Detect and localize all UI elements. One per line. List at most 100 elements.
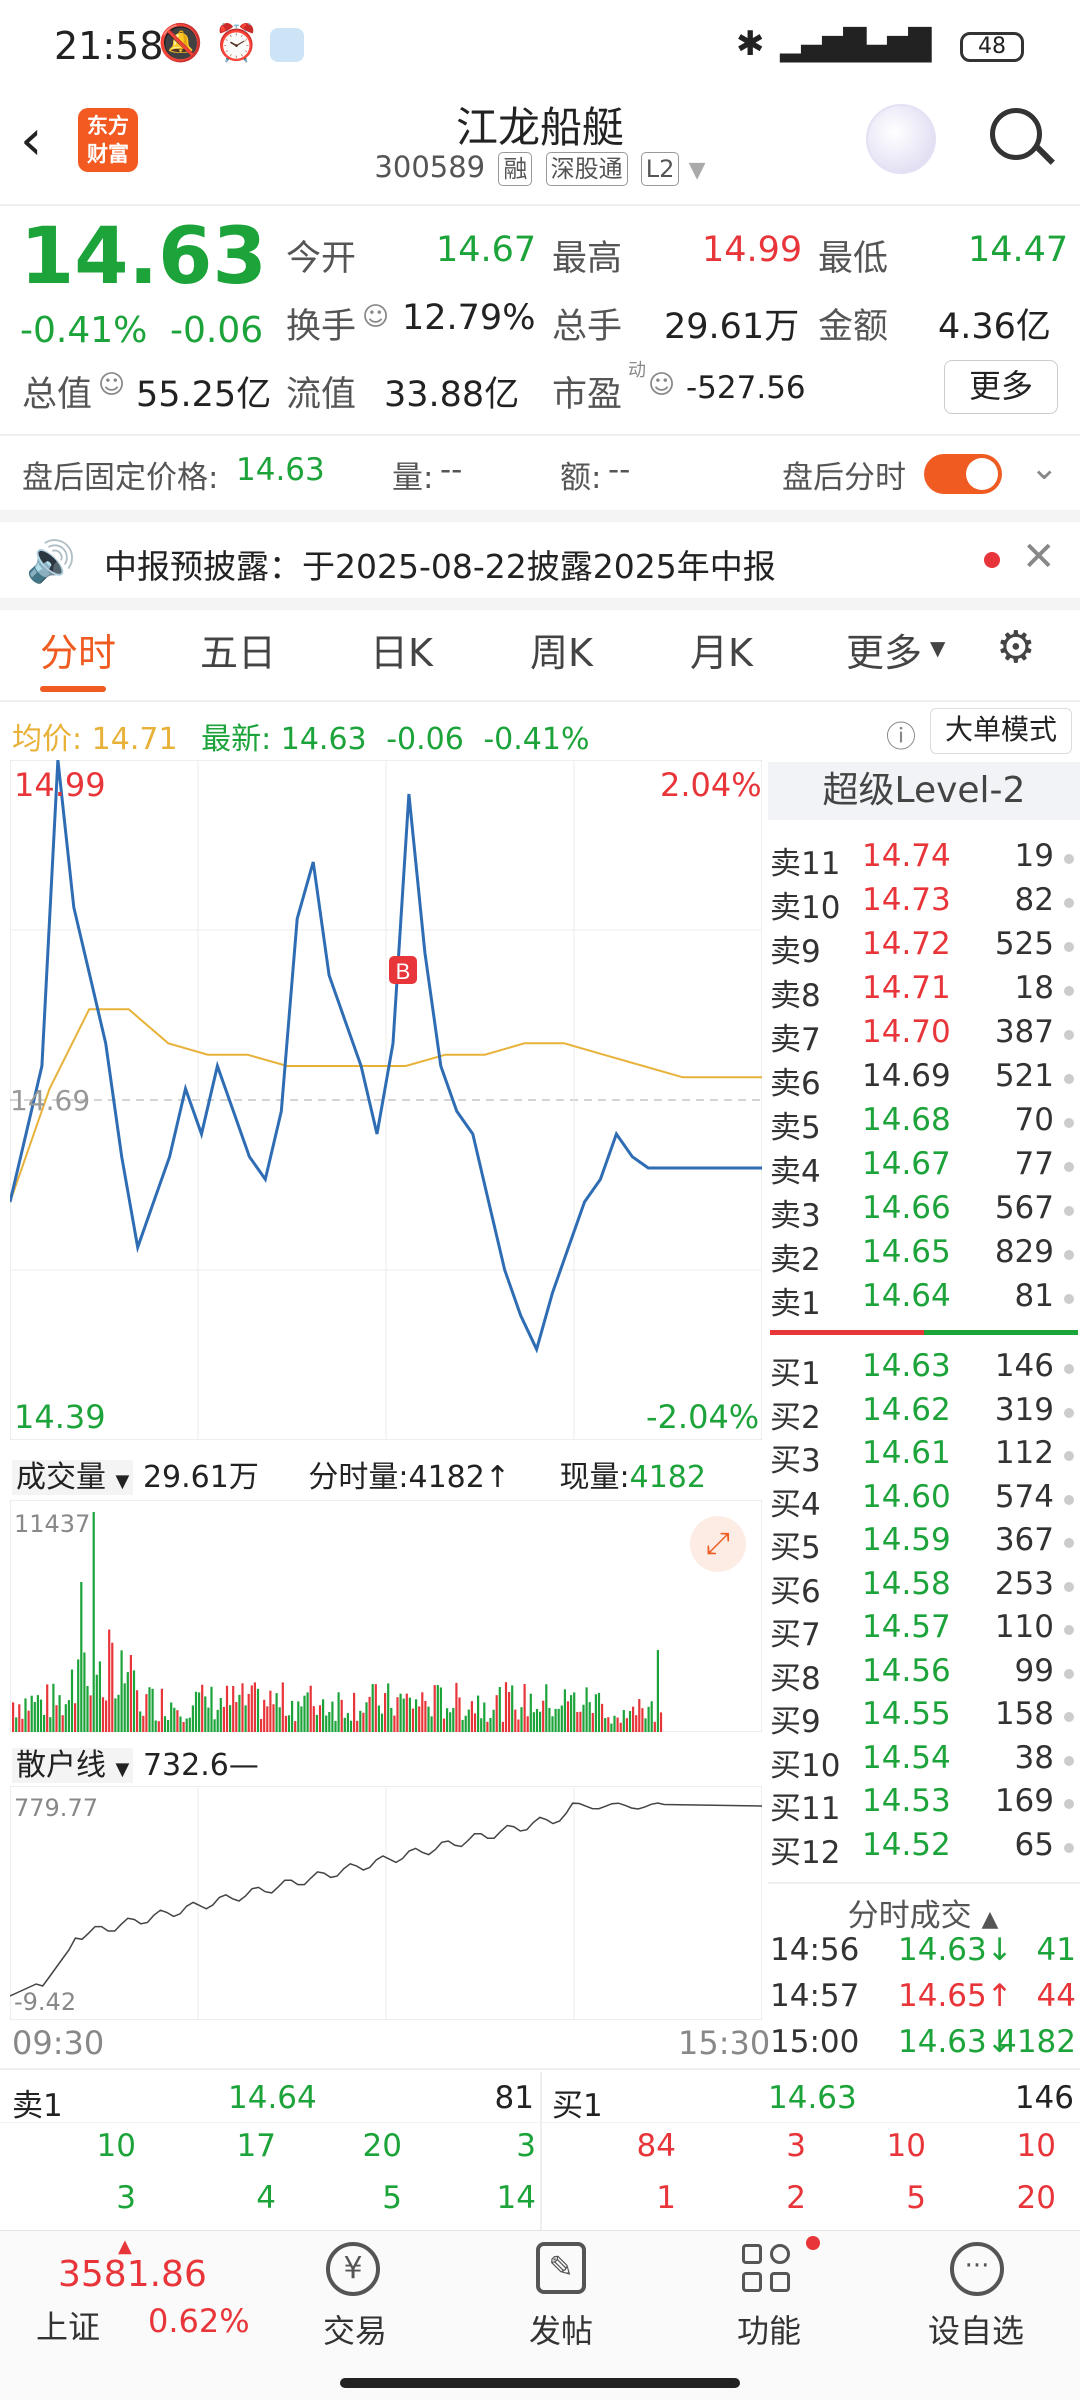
queue-cell: 14 xyxy=(496,2180,536,2216)
sell-row[interactable]: 卖9 14.72 525 xyxy=(770,926,1076,970)
volume-selector[interactable]: 成交量 ▼ xyxy=(12,1460,134,1495)
volume-bar xyxy=(18,1704,21,1732)
sell-row[interactable]: 卖5 14.68 70 xyxy=(770,1102,1076,1146)
sell-row[interactable]: 卖8 14.71 18 xyxy=(770,970,1076,1014)
buy-row[interactable]: 买8 14.56 99 xyxy=(770,1653,1076,1697)
nav-trade[interactable]: 交易 xyxy=(300,2306,410,2352)
volume-bar xyxy=(607,1717,610,1732)
buy-price: 14.60 xyxy=(862,1478,951,1515)
volume-bar xyxy=(123,1683,126,1732)
volume-bar xyxy=(170,1702,173,1732)
after-hours-toggle[interactable] xyxy=(924,454,1002,494)
buy-row[interactable]: 买7 14.57 110 xyxy=(770,1609,1076,1653)
sell-row[interactable]: 卖7 14.70 387 xyxy=(770,1014,1076,1058)
index-pct[interactable]: 0.62% xyxy=(148,2302,250,2340)
nav-functions[interactable]: 功能 xyxy=(714,2306,824,2352)
buy-row[interactable]: 买12 14.52 65 xyxy=(770,1827,1076,1871)
sell-row[interactable]: 卖1 14.64 81 xyxy=(770,1278,1076,1322)
buy-label: 买6 xyxy=(770,1573,821,1610)
index-name[interactable]: 上证 xyxy=(36,2302,100,2348)
watchlist-icon[interactable]: ··· xyxy=(950,2242,1004,2296)
nav-post[interactable]: 发帖 xyxy=(506,2306,616,2352)
buy-row[interactable]: 买11 14.53 169 xyxy=(770,1783,1076,1827)
expand-icon[interactable]: ⤢ xyxy=(690,1516,746,1572)
post-icon[interactable]: ✎ xyxy=(536,2242,586,2294)
chart-bottom-pct: -2.04% xyxy=(646,1398,760,1436)
volume-bar xyxy=(70,1669,74,1732)
retail-selector[interactable]: 散户线 ▼ xyxy=(12,1748,134,1783)
volume-bar xyxy=(551,1716,554,1732)
buy-dot xyxy=(1064,1712,1074,1722)
volume-bar xyxy=(458,1697,461,1732)
expand-chevron-icon[interactable]: ⌄ xyxy=(1030,448,1059,488)
volume-bar xyxy=(309,1685,312,1732)
trade-icon[interactable]: ¥ xyxy=(326,2242,380,2296)
tab-intraday[interactable]: 分时 xyxy=(40,622,116,677)
last-price: 14.63 xyxy=(20,212,267,302)
volume-bar xyxy=(151,1688,154,1732)
buy-row[interactable]: 买9 14.55 158 xyxy=(770,1696,1076,1740)
after-hours-toggle-label: 盘后分时 xyxy=(782,460,906,496)
tab-5day[interactable]: 五日 xyxy=(200,622,276,677)
volume-bar xyxy=(24,1698,27,1732)
buy-row[interactable]: 买1 14.63 146 xyxy=(770,1348,1076,1392)
tab-monthly[interactable]: 月K xyxy=(690,622,753,677)
chart-top-pct: 2.04% xyxy=(660,766,762,804)
turnover-info-icon[interactable]: ☺ xyxy=(362,302,389,332)
volume-bar xyxy=(340,1699,343,1732)
buy-dot xyxy=(1064,1581,1074,1592)
volume-bar xyxy=(483,1702,486,1732)
ticks-title[interactable]: 分时成交 ▲ xyxy=(770,1890,1076,1935)
sell-row[interactable]: 卖10 14.73 82 xyxy=(770,882,1076,926)
header-divider xyxy=(0,204,1080,206)
sell-label: 卖8 xyxy=(770,978,821,1014)
notice-text[interactable]: 中报预披露：于2025-08-22披露2025年中报 xyxy=(104,540,776,588)
tick-row: 15:00 14.63↓ 4182 xyxy=(770,2024,1076,2068)
sell-price: 14.74 xyxy=(862,838,951,874)
buy-row[interactable]: 买5 14.59 367 xyxy=(770,1522,1076,1566)
volume-bar xyxy=(362,1712,365,1732)
search-icon[interactable] xyxy=(990,108,1042,160)
info-icon[interactable]: ☺ xyxy=(98,370,125,400)
queue-vsep xyxy=(540,2072,542,2232)
sell-row[interactable]: 卖6 14.69 521 xyxy=(770,1058,1076,1102)
sell-row[interactable]: 卖4 14.67 77 xyxy=(770,1146,1076,1190)
volume-bar xyxy=(105,1700,108,1732)
buy-row[interactable]: 买2 14.62 319 xyxy=(770,1392,1076,1436)
sell-row[interactable]: 卖3 14.66 567 xyxy=(770,1190,1076,1234)
volume-bar xyxy=(36,1695,39,1732)
functions-icon[interactable] xyxy=(742,2244,792,2294)
index-value[interactable]: 3581.86 xyxy=(58,2254,207,2295)
tick-time: 15:00 xyxy=(770,2024,860,2060)
more-button[interactable]: 更多 xyxy=(944,360,1058,414)
home-indicator[interactable] xyxy=(340,2378,740,2388)
nav-watchlist[interactable]: 设自选 xyxy=(916,2306,1036,2352)
big-order-mode-button[interactable]: 大单模式 xyxy=(930,708,1072,754)
assistant-avatar[interactable] xyxy=(866,104,936,174)
volume-bar xyxy=(396,1697,399,1732)
settings-gear-icon[interactable]: ⚙ xyxy=(996,622,1035,673)
sell-row[interactable]: 卖11 14.74 19 xyxy=(770,838,1076,882)
sell-dot xyxy=(1064,1250,1074,1260)
buy-row[interactable]: 买3 14.61 112 xyxy=(770,1435,1076,1479)
close-icon[interactable]: ✕ xyxy=(1022,534,1056,580)
queue-cell: 84 xyxy=(636,2128,676,2164)
volume-bar xyxy=(356,1720,359,1732)
buy-row[interactable]: 买4 14.60 574 xyxy=(770,1479,1076,1523)
sell-vol: 567 xyxy=(994,1190,1054,1226)
tab-daily[interactable]: 日K xyxy=(370,622,433,677)
sell-price: 14.68 xyxy=(862,1102,951,1138)
volume-bar xyxy=(542,1700,545,1732)
tab-weekly[interactable]: 周K xyxy=(530,622,593,677)
sell-row[interactable]: 卖2 14.65 829 xyxy=(770,1234,1076,1278)
buy-row[interactable]: 买6 14.58 253 xyxy=(770,1566,1076,1610)
volume-bar xyxy=(442,1718,446,1732)
help-icon[interactable]: ⓘ xyxy=(886,712,916,756)
pe-info-icon[interactable]: ☺ xyxy=(648,370,675,400)
buy-row[interactable]: 买10 14.54 38 xyxy=(770,1740,1076,1784)
intraday-chart[interactable]: B xyxy=(10,760,762,1440)
dropdown-icon[interactable]: ▼ xyxy=(689,158,706,183)
tab-more[interactable]: 更多 xyxy=(846,622,922,677)
volume-bar xyxy=(86,1686,89,1732)
volume-bar xyxy=(408,1697,411,1732)
